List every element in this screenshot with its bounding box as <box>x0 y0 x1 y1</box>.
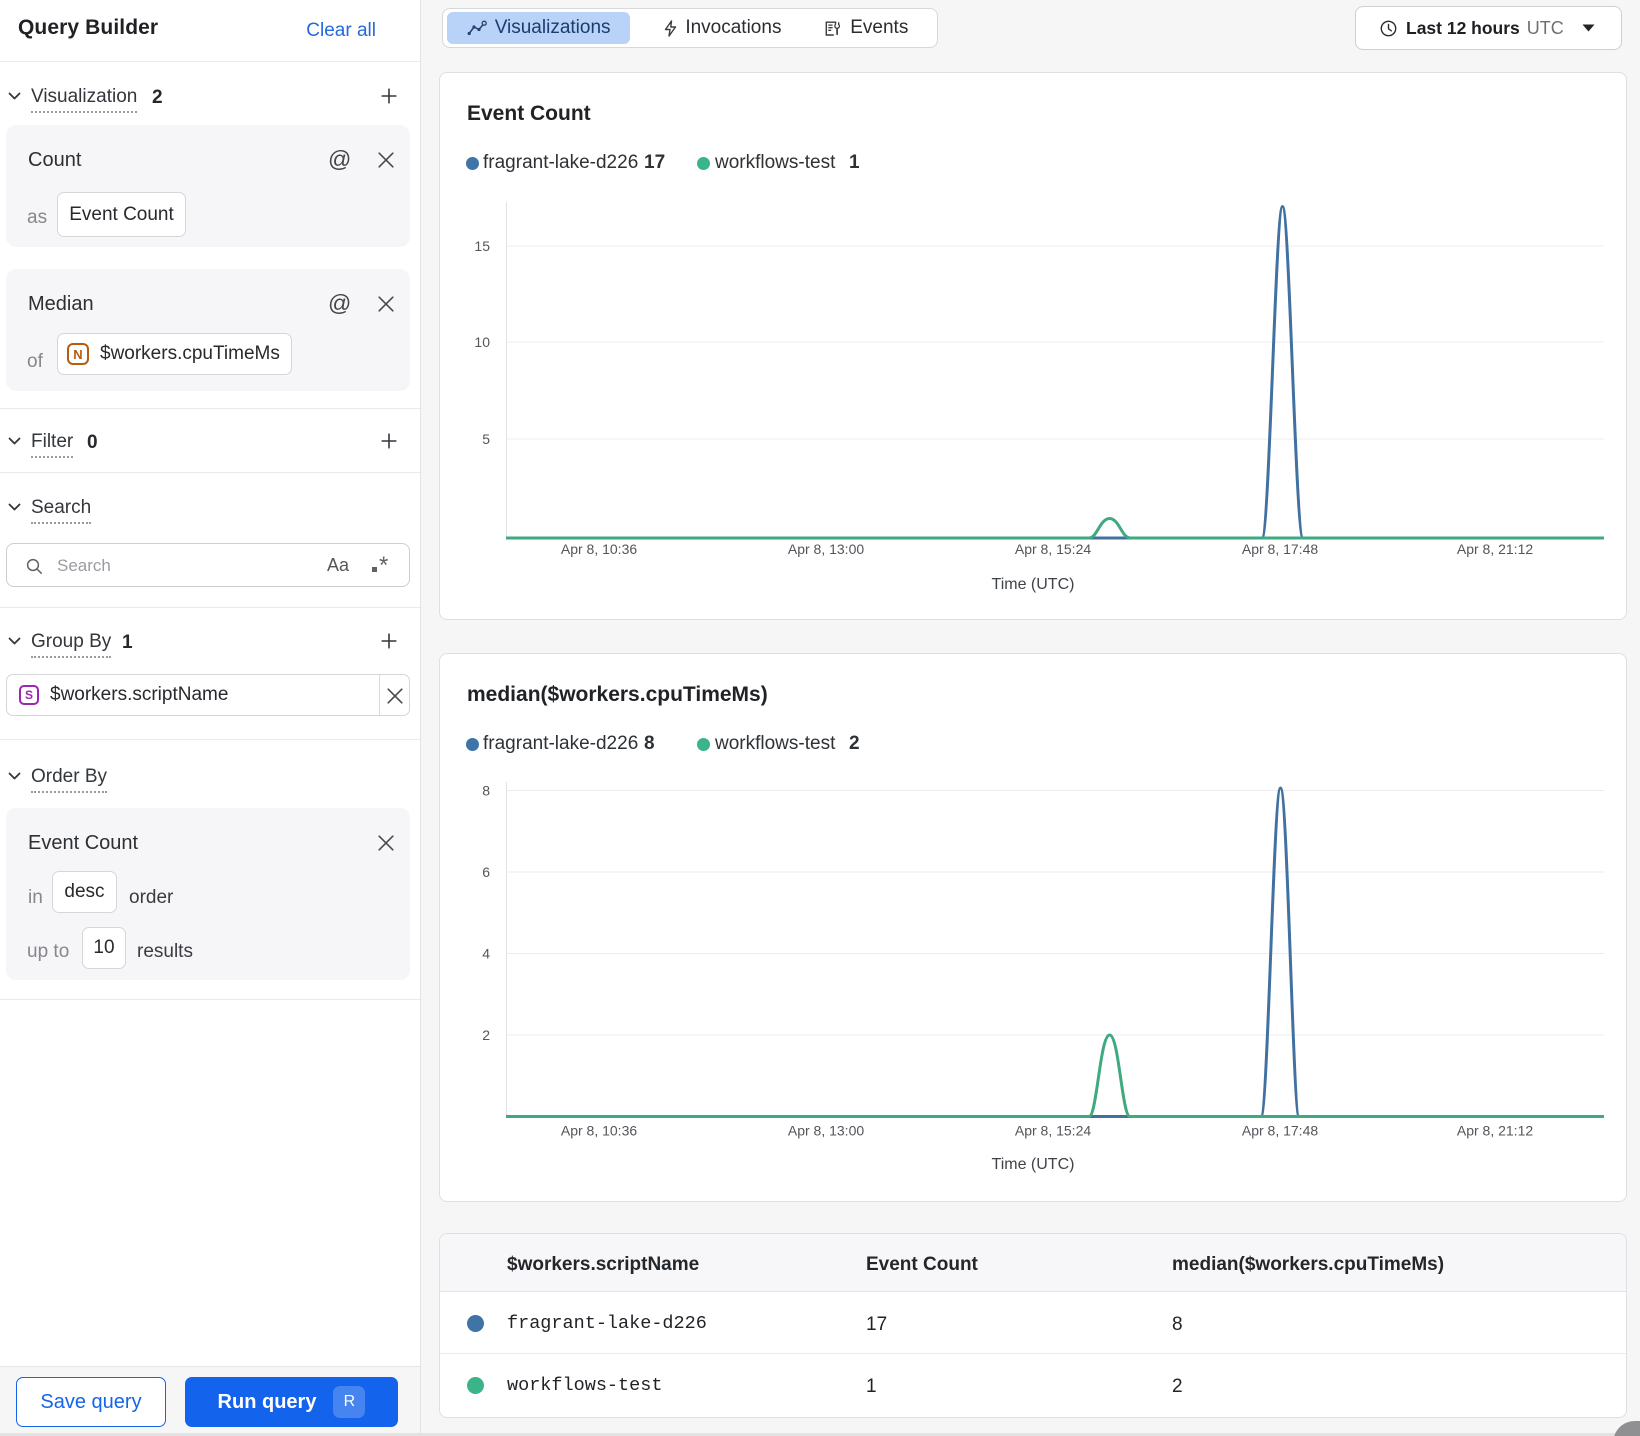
svg-text:Apr 8, 17:48: Apr 8, 17:48 <box>1242 541 1318 557</box>
svg-text:8: 8 <box>482 783 490 799</box>
svg-text:*: * <box>379 553 388 577</box>
svg-text:Apr 8, 13:00: Apr 8, 13:00 <box>788 1123 864 1139</box>
svg-text:Apr 8, 10:36: Apr 8, 10:36 <box>561 1123 637 1139</box>
svg-text:Apr 8, 13:00: Apr 8, 13:00 <box>788 541 864 557</box>
svg-text:Apr 8, 21:12: Apr 8, 21:12 <box>1457 1123 1533 1139</box>
svg-text:5: 5 <box>482 431 490 447</box>
svg-text:6: 6 <box>482 864 490 880</box>
svg-text:10: 10 <box>474 334 490 350</box>
svg-text:2: 2 <box>482 1027 490 1043</box>
svg-text:Apr 8, 21:12: Apr 8, 21:12 <box>1457 541 1533 557</box>
svg-text:15: 15 <box>474 238 490 254</box>
svg-text:Apr 8, 10:36: Apr 8, 10:36 <box>561 541 637 557</box>
svg-text:Apr 8, 15:24: Apr 8, 15:24 <box>1015 1123 1091 1139</box>
svg-text:Time (UTC): Time (UTC) <box>992 576 1075 593</box>
svg-text:4: 4 <box>482 946 490 962</box>
svg-text:Apr 8, 17:48: Apr 8, 17:48 <box>1242 1123 1318 1139</box>
svg-text:Apr 8, 15:24: Apr 8, 15:24 <box>1015 541 1091 557</box>
svg-text:Time (UTC): Time (UTC) <box>992 1156 1075 1173</box>
